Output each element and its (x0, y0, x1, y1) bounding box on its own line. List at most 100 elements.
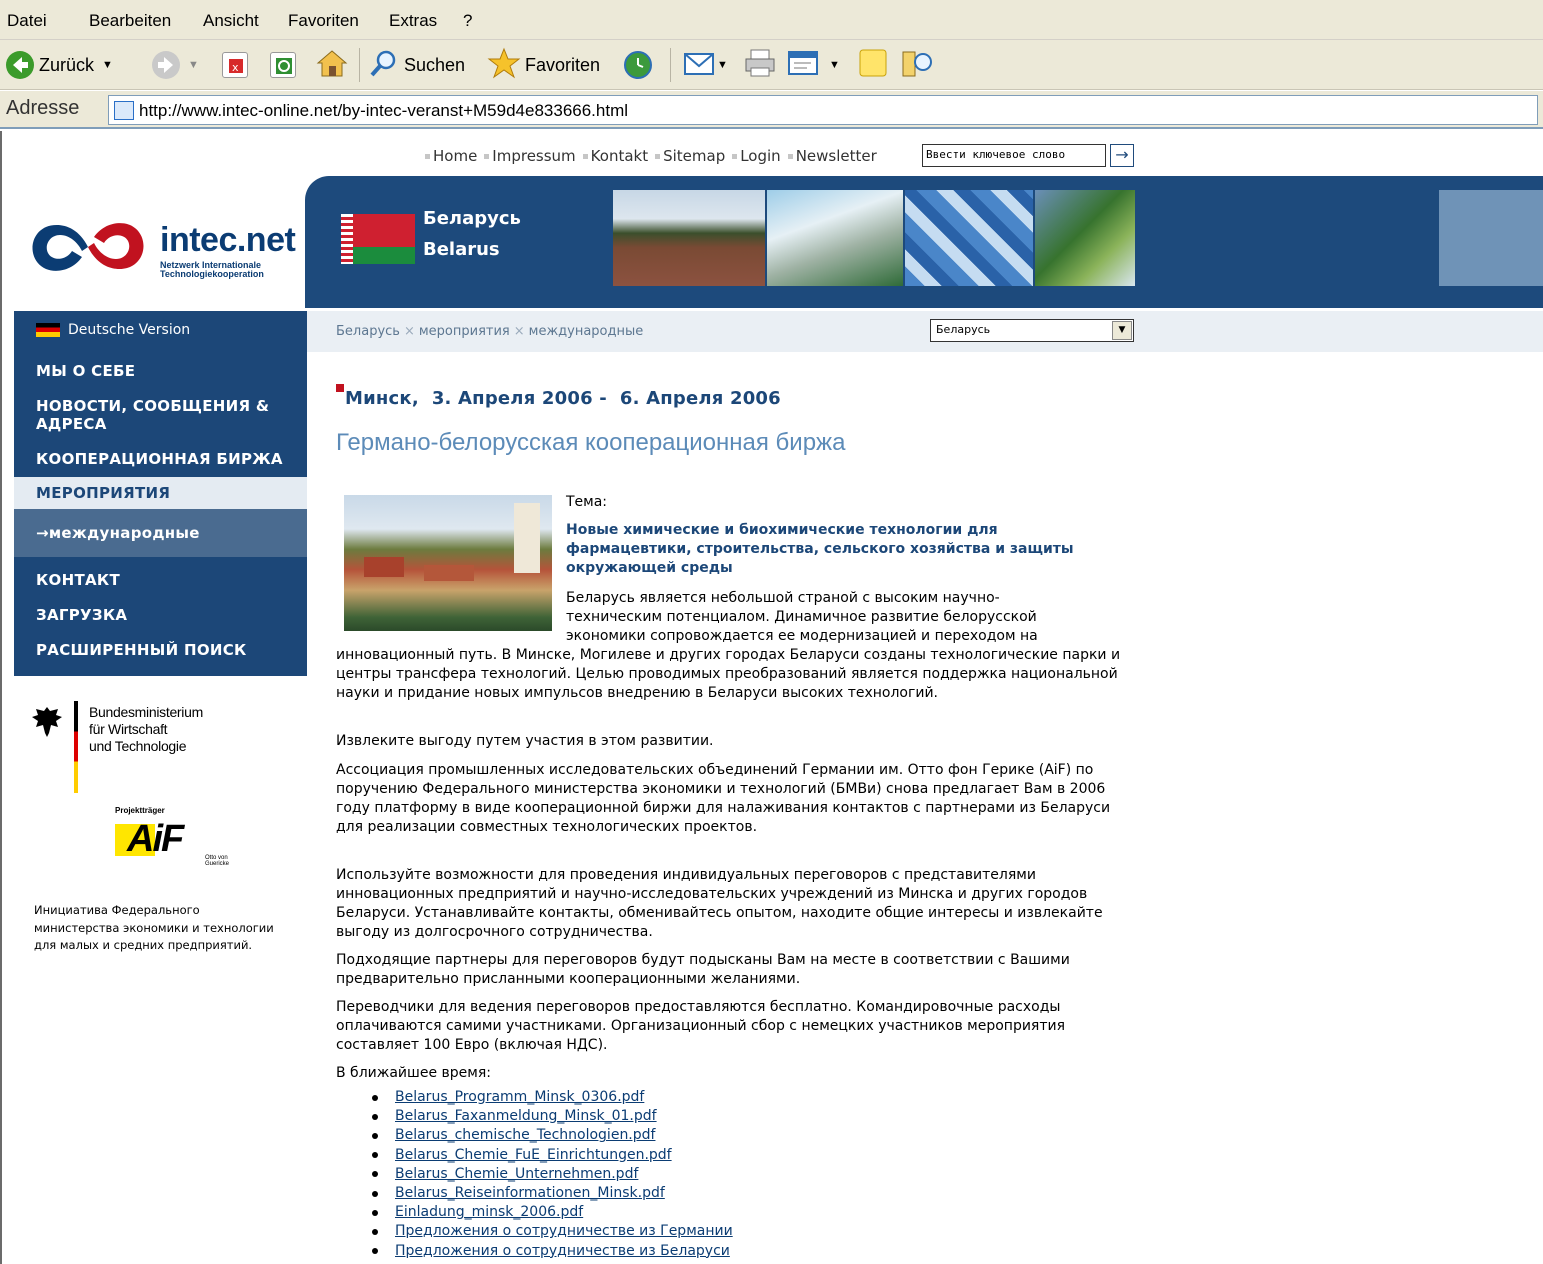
mail-button[interactable]: ▼ (683, 48, 728, 82)
bmwi-logo[interactable]: Bundesministerium für Wirtschaft und Tec… (32, 701, 282, 801)
keyword-search-input[interactable]: Ввести ключевое слово (922, 144, 1106, 167)
page-viewport: Home Impressum Kontakt Sitemap Login New… (0, 131, 1543, 1264)
german-colors-bar (74, 701, 78, 793)
german-version-label: Deutsche Version (68, 322, 191, 338)
chevron-down-icon[interactable]: ▼ (717, 59, 728, 71)
back-button[interactable]: Zurück ▼ (6, 48, 113, 82)
topnav-newsletter[interactable]: Newsletter (787, 147, 877, 165)
menu-ansicht[interactable]: Ansicht (203, 11, 259, 31)
stop-icon: x (222, 52, 248, 78)
chevron-down-icon[interactable]: ▼ (102, 59, 113, 71)
refresh-icon (270, 52, 296, 78)
paragraph-association: Ассоциация промышленных исследовательски… (336, 762, 1111, 835)
topnav-home[interactable]: Home (425, 147, 477, 165)
home-button[interactable] (316, 48, 348, 82)
notes-button[interactable] (858, 48, 888, 82)
stop-button[interactable]: x (222, 48, 248, 82)
menu-help[interactable]: ? (463, 11, 472, 31)
list-item: Belarus_Chemie_FuE_Einrichtungen.pdf (372, 1146, 733, 1165)
topnav-impressum[interactable]: Impressum (484, 147, 576, 165)
address-bar: Adresse http://www.intec-online.net/by-i… (0, 91, 1543, 129)
svg-text:x: x (232, 61, 239, 74)
download-link[interactable]: Belarus_Reiseinformationen_Minsk.pdf (395, 1184, 665, 1203)
research-button[interactable] (901, 48, 935, 82)
list-item: Einladung_minsk_2006.pdf (372, 1203, 733, 1222)
topnav-login[interactable]: Login (732, 147, 781, 165)
breadcrumb-belarus[interactable]: Беларусь (336, 324, 400, 339)
history-icon (624, 51, 652, 79)
print-button[interactable] (743, 48, 777, 82)
country-select[interactable]: Беларусь ▼ (930, 319, 1134, 342)
history-button[interactable] (624, 48, 652, 82)
breadcrumb-separator: × (403, 324, 415, 339)
edit-button[interactable]: ▼ (787, 48, 840, 82)
download-link[interactable]: Belarus_Programm_Minsk_0306.pdf (395, 1088, 644, 1107)
logo-name: intec.net (160, 221, 296, 259)
search-icon (368, 48, 400, 83)
download-link[interactable]: Belarus_Faxanmeldung_Minsk_01.pdf (395, 1107, 657, 1126)
mail-icon (683, 48, 717, 83)
search-button[interactable]: Suchen (368, 48, 465, 82)
favorites-button[interactable]: Favoriten (487, 47, 601, 82)
search-submit-button[interactable]: → (1110, 144, 1134, 167)
photo-fortress (613, 190, 765, 286)
belarus-flag-icon (341, 214, 415, 264)
intec-logo-mark-icon (32, 223, 144, 271)
chevron-down-icon[interactable]: ▼ (829, 59, 840, 71)
breadcrumb-events[interactable]: мероприятия (419, 324, 510, 339)
topnav-sitemap[interactable]: Sitemap (655, 147, 725, 165)
cooperation-offers-belarus-link[interactable]: Предложения о сотрудничестве из Беларуси (395, 1242, 730, 1261)
german-flag-icon (36, 323, 60, 337)
home-icon (316, 48, 348, 83)
top-navigation: Home Impressum Kontakt Sitemap Login New… (425, 143, 884, 169)
sidebar-item-about[interactable]: МЫ О СЕБЕ (36, 362, 135, 380)
federal-eagle-icon (32, 707, 62, 737)
intec-logo[interactable]: intec.net Netzwerk Internationale Techno… (26, 221, 296, 281)
printer-icon (743, 48, 777, 83)
sidebar-subitem-international-label: →международные (36, 524, 200, 542)
download-link[interactable]: Belarus_chemische_Technologien.pdf (395, 1126, 655, 1145)
menu-favoriten[interactable]: Favoriten (288, 11, 359, 31)
sidebar-item-news[interactable]: НОВОСТИ, СООБЩЕНИЯ & АДРЕСА (36, 397, 296, 433)
menu-extras[interactable]: Extras (389, 11, 437, 31)
edit-page-icon (787, 48, 821, 83)
download-link[interactable]: Belarus_Chemie_FuE_Einrichtungen.pdf (395, 1146, 672, 1165)
browser-menubar: Datei Bearbeiten Ansicht Favoriten Extra… (0, 0, 1543, 40)
sidebar-navigation: Deutsche Version МЫ О СЕБЕ НОВОСТИ, СООБ… (14, 311, 307, 676)
country-name-en: Belarus (423, 239, 500, 260)
sidebar-item-advanced-search[interactable]: РАСШИРЕННЫЙ ПОИСК (36, 641, 247, 659)
red-square-icon (336, 384, 344, 392)
country-select-value: Беларусь (936, 323, 991, 336)
download-link[interactable]: Einladung_minsk_2006.pdf (395, 1203, 583, 1222)
german-version-link[interactable]: Deutsche Version (36, 322, 190, 338)
list-item: Belarus_Reiseinformationen_Minsk.pdf (372, 1184, 733, 1203)
menu-datei[interactable]: Datei (7, 11, 47, 31)
forward-button[interactable]: ▼ (152, 48, 199, 82)
menu-bearbeiten[interactable]: Bearbeiten (89, 11, 171, 31)
browser-toolbar: Zurück ▼ ▼ x Suchen Favoriten ▼ ▼ (0, 40, 1543, 90)
topnav-kontakt[interactable]: Kontakt (582, 147, 648, 165)
logo-subtitle-2: Technologiekooperation (160, 269, 264, 279)
sidebar-subitem-international[interactable]: →международные (14, 509, 307, 557)
address-url: http://www.intec-online.net/by-intec-ver… (139, 101, 629, 120)
list-item: Belarus_chemische_Technologien.pdf (372, 1126, 733, 1145)
download-link[interactable]: Belarus_Chemie_Unternehmen.pdf (395, 1165, 638, 1184)
breadcrumb-international[interactable]: международные (529, 324, 644, 339)
sidebar-item-contact[interactable]: КОНТАКТ (36, 571, 120, 589)
forward-arrow-icon (152, 51, 180, 79)
aif-logo[interactable]: Projektträger AiF Otto von Guericke (115, 806, 255, 867)
chevron-down-icon[interactable]: ▼ (188, 59, 199, 71)
cooperation-offers-germany-link[interactable]: Предложения о сотрудничестве из Германии (395, 1222, 733, 1241)
bullet-icon (484, 153, 490, 159)
list-item: Belarus_Chemie_Unternehmen.pdf (372, 1165, 733, 1184)
chevron-down-icon[interactable]: ▼ (1112, 321, 1132, 340)
bullet-icon (582, 153, 588, 159)
sidebar-item-events[interactable]: МЕРОПРИЯТИЯ (14, 477, 307, 509)
refresh-button[interactable] (270, 48, 296, 82)
upcoming-label: В ближайшее время: (336, 1065, 491, 1081)
sidebar-item-cooperation-exchange[interactable]: КООПЕРАЦИОННАЯ БИРЖА (36, 450, 283, 468)
initiative-text: Инициатива Федерального министерства эко… (34, 903, 274, 952)
sidebar-item-downloads[interactable]: ЗАГРУЗКА (36, 606, 127, 624)
favorites-label: Favoriten (525, 54, 601, 75)
address-input[interactable]: http://www.intec-online.net/by-intec-ver… (108, 95, 1538, 125)
